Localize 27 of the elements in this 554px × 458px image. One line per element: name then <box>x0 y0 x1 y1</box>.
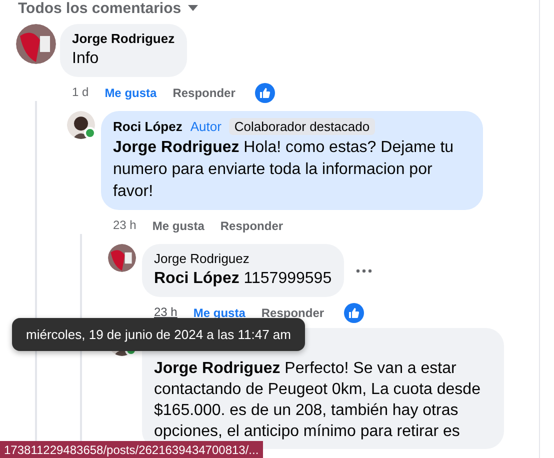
author-name[interactable]: Jorge Rodriguez <box>154 251 250 266</box>
comment-text: Jorge Rodriguez Perfecto! Se van a estar contactando de Peugeot 0km, La cuota desde $165.000. es de un 208, también hay otras opciones, el anticipo mínimo para retirar es <box>154 359 482 442</box>
comment-text: Roci López 1157999595 <box>154 269 332 289</box>
reply-link[interactable]: Responder <box>220 219 284 233</box>
caret-icon[interactable] <box>187 4 200 12</box>
avatar[interactable] <box>108 244 136 272</box>
timestamp-link[interactable]: 1 d <box>72 84 89 102</box>
like-reaction-icon[interactable] <box>255 83 276 103</box>
like-link[interactable]: Me gusta <box>152 219 204 233</box>
like-link[interactable]: Me gusta <box>193 306 246 320</box>
reply-link[interactable]: Responder <box>172 86 236 100</box>
status-bar-url: 173811229483658/posts/2621639434700813/... <box>0 441 263 458</box>
date-tooltip: miércoles, 19 de junio de 2024 a las 11:47 am <box>12 318 305 351</box>
author-name[interactable]: Jorge Rodriguez <box>72 31 175 46</box>
comment-text: Jorge Rodriguez Hola! como estas? Dejame tu numero para enviarte toda la informacion por favor! <box>113 138 455 202</box>
contributor-badge: Colaborador destacado <box>229 118 375 135</box>
more-options-icon[interactable] <box>356 268 372 272</box>
like-reaction-icon[interactable] <box>344 303 364 323</box>
like-link[interactable]: Me gusta <box>104 86 157 100</box>
timestamp-link[interactable]: 23 h <box>113 217 136 235</box>
reply-link[interactable]: Responder <box>261 306 324 320</box>
comment-text: Info <box>72 49 100 69</box>
section-title[interactable]: Todos los comentarios <box>18 0 182 16</box>
author-label: Autor <box>190 119 222 134</box>
author-name[interactable]: Roci López <box>113 119 182 134</box>
avatar[interactable] <box>16 24 56 64</box>
avatar[interactable] <box>67 111 95 139</box>
